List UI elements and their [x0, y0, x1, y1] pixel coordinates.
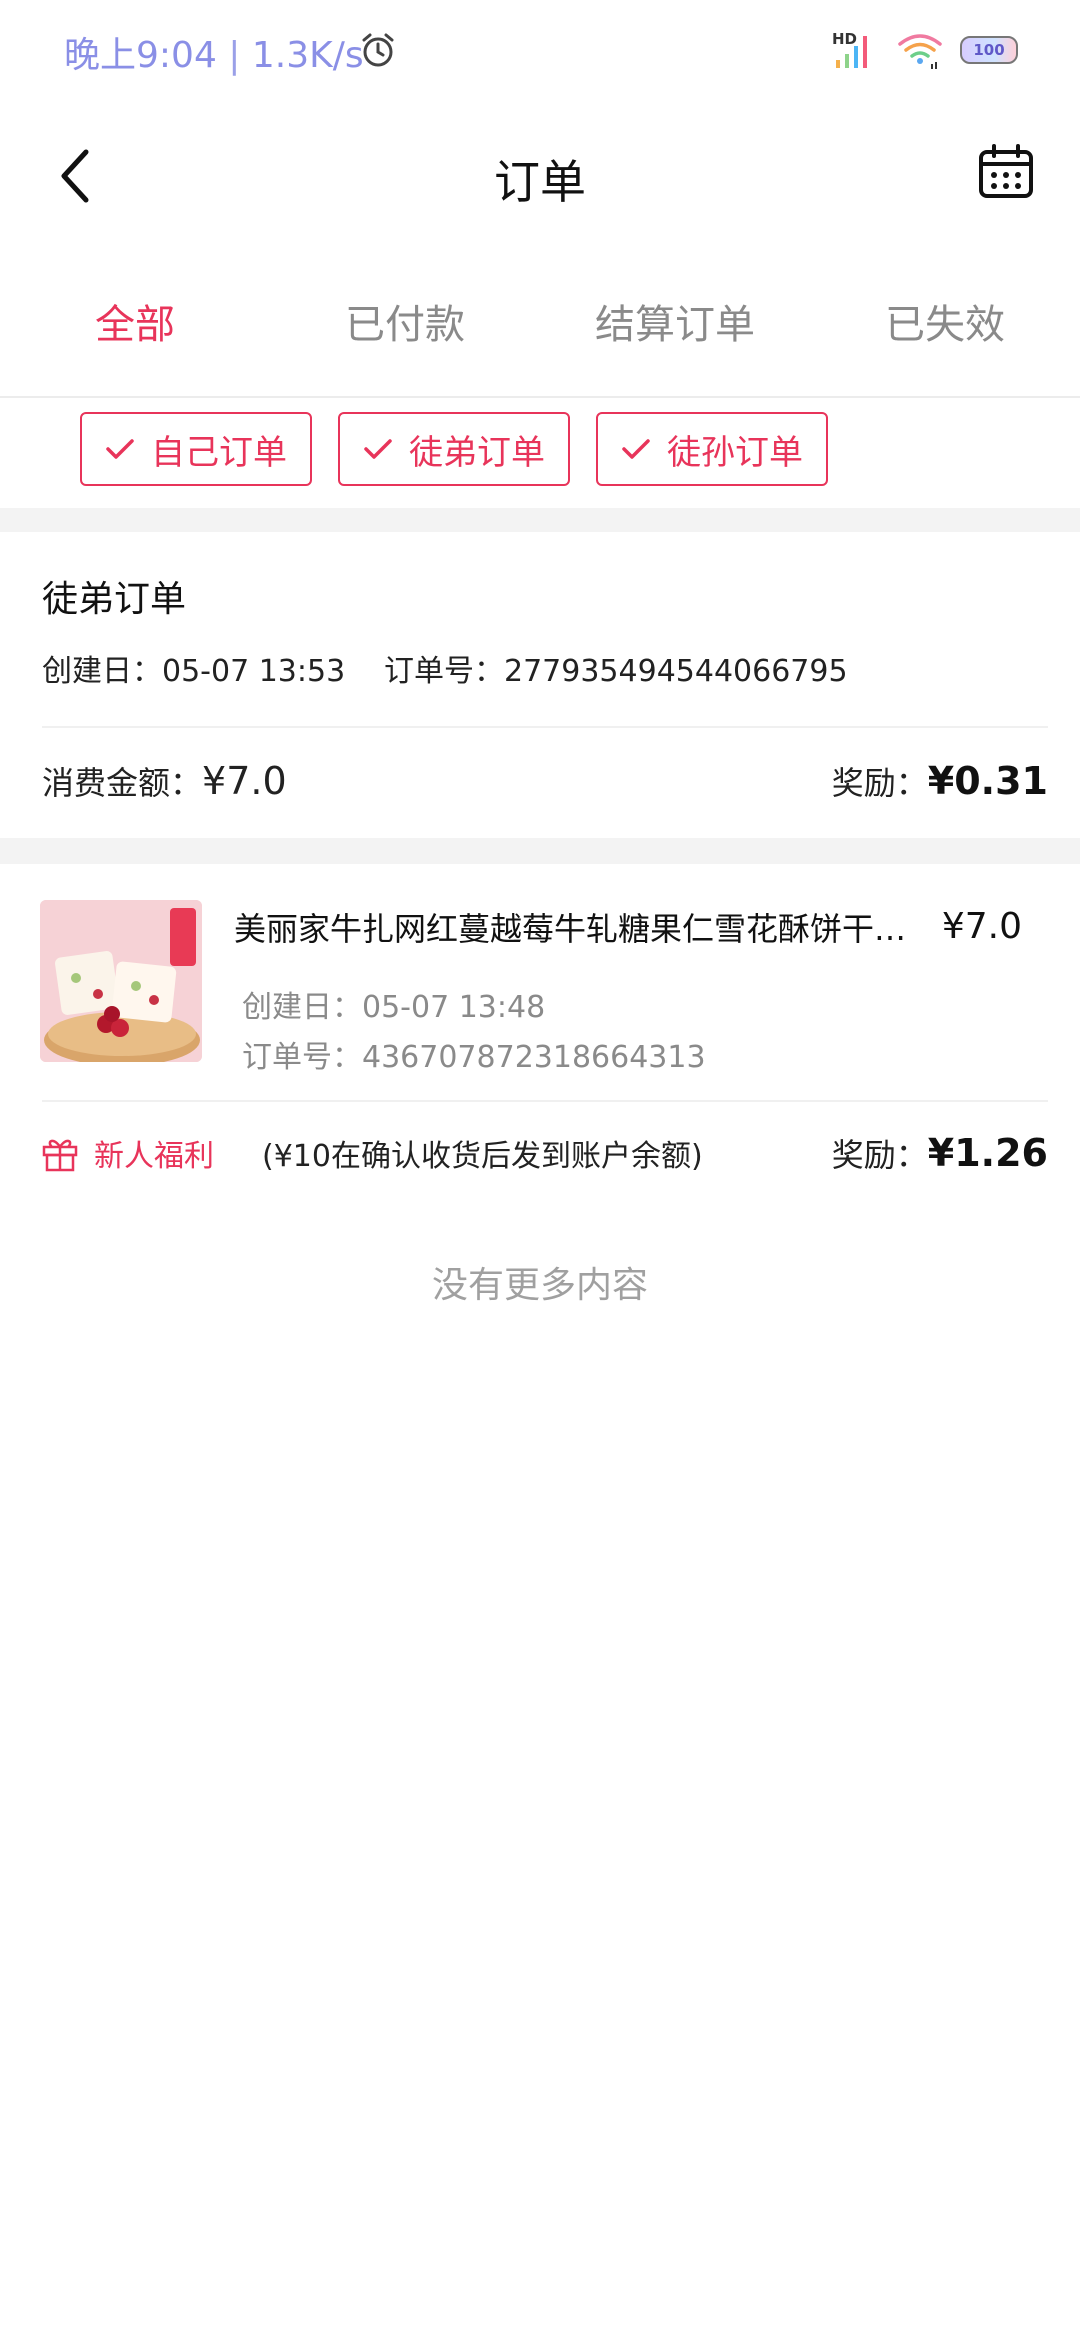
- reward-label: 奖励：: [831, 764, 928, 802]
- divider: [42, 726, 1048, 728]
- cellular-signal-icon: HD: [832, 30, 880, 70]
- nav-bar: 订单: [0, 120, 1080, 230]
- filter-label: 徒弟订单: [409, 432, 545, 473]
- status-bar: 晚上9:04 | 1.3K/s HD 100: [0, 0, 1080, 100]
- section-separator: [0, 838, 1080, 864]
- order-no-label: 订单号：: [384, 654, 504, 689]
- order-no-value: 277935494544066795: [504, 654, 848, 689]
- no-more-content: 没有更多内容: [431, 1265, 648, 1306]
- divider: [42, 1100, 1048, 1102]
- reward-value: ¥1.26: [927, 1131, 1048, 1175]
- check-icon: [622, 439, 650, 459]
- status-time: 晚上9:04 | 1.3K/s: [64, 35, 364, 76]
- tab-all[interactable]: 全部: [0, 290, 270, 366]
- order-number: 订单号：277935494544066795: [384, 646, 848, 690]
- battery-icon: 100: [960, 36, 1018, 64]
- welfare-label: 新人福利: [94, 1139, 214, 1174]
- gift-icon: [42, 1139, 78, 1172]
- tab-settled[interactable]: 结算订单: [540, 290, 810, 366]
- order-reward: 奖励：¥0.31: [832, 758, 1048, 804]
- order-created: 创建日：05-07 13:53: [42, 646, 345, 690]
- created-label: 创建日：: [242, 990, 362, 1025]
- order-amount-row: 消费金额：¥7.0 奖励：¥0.31: [42, 758, 1048, 804]
- filter-grand-apprentice-orders[interactable]: 徒孙订单: [596, 412, 828, 486]
- filter-label: 徒孙订单: [667, 432, 803, 473]
- reward-value: ¥0.31: [927, 759, 1048, 803]
- spend-label: 消费金额：: [42, 764, 203, 802]
- product-created: 创建日：05-07 13:48: [242, 982, 545, 1026]
- product-image: [40, 900, 202, 1062]
- product-reward: 奖励：¥1.26: [832, 1130, 1048, 1176]
- order-type: 徒弟订单: [42, 579, 187, 620]
- tab-expired[interactable]: 已失效: [810, 290, 1080, 366]
- welfare-note: (¥10在确认收货后发到账户余额): [262, 1139, 703, 1174]
- check-icon: [106, 439, 134, 459]
- order-no-value: 436707872318664313: [362, 1040, 706, 1075]
- battery-level: 100: [973, 41, 1005, 59]
- tab-paid[interactable]: 已付款: [270, 290, 540, 366]
- alarm-icon: [358, 30, 398, 74]
- filter-apprentice-orders[interactable]: 徒弟订单: [338, 412, 570, 486]
- product-name: 美丽家牛扎网红蔓越莓牛轧糖果仁雪花酥饼干零食: [234, 910, 924, 948]
- clock-text: 晚上9:04: [64, 35, 217, 76]
- wifi-icon: [896, 30, 944, 70]
- order-filters: 自己订单 徒弟订单 徒孙订单: [80, 412, 828, 486]
- created-value: 05-07 13:53: [162, 654, 346, 689]
- created-value: 05-07 13:48: [362, 990, 546, 1025]
- spend-value: ¥7.0: [202, 759, 287, 803]
- check-icon: [364, 439, 392, 459]
- orders-page: { "status_bar": { "time": "晚上9:04", "spe…: [0, 0, 1080, 2340]
- order-tabs: 全部 已付款 结算订单 已失效: [0, 290, 1080, 366]
- reward-label: 奖励：: [831, 1136, 928, 1174]
- product-order-number: 订单号：436707872318664313: [242, 1032, 706, 1076]
- spend-amount: 消费金额：¥7.0: [42, 758, 287, 804]
- welfare-row: 新人福利 (¥10在确认收货后发到账户余额) 奖励：¥1.26: [40, 1130, 1048, 1176]
- tabs-divider: [0, 396, 1080, 398]
- filter-label: 自己订单: [151, 432, 287, 473]
- filter-own-orders[interactable]: 自己订单: [80, 412, 312, 486]
- section-separator: [0, 508, 1080, 532]
- network-speed: 1.3K/s: [251, 35, 364, 76]
- calendar-icon[interactable]: [976, 142, 1036, 206]
- created-label: 创建日：: [42, 654, 162, 689]
- order-no-label: 订单号：: [242, 1040, 362, 1075]
- product-price: ¥7.0: [941, 906, 1022, 947]
- page-title: 订单: [494, 155, 586, 209]
